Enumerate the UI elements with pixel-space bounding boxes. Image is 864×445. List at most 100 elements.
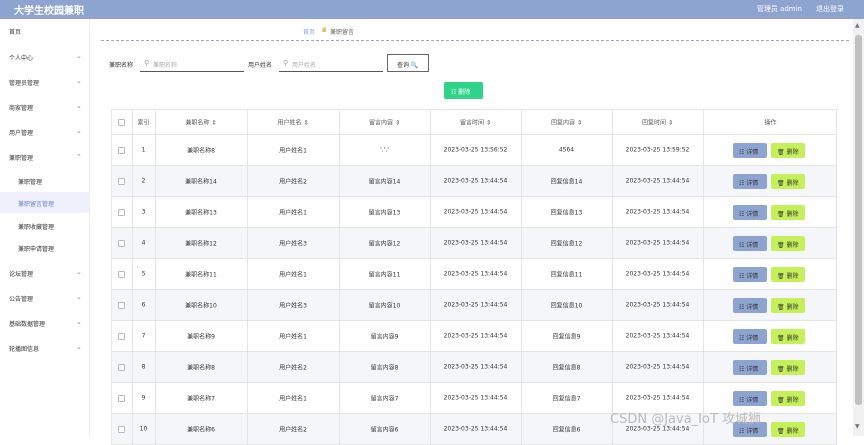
cell-reply: 回复信息11: [550, 271, 583, 279]
cell-reply: 回复信息13: [550, 209, 583, 217]
cell-reply: 回复信息10: [550, 302, 583, 310]
cell-user-name: 用户姓名1: [279, 147, 307, 155]
scroll-up-icon[interactable]: ▲: [855, 22, 860, 29]
scroll-down-icon[interactable]: ▼: [855, 423, 860, 430]
job-name-input[interactable]: ⚲ 兼职名称: [140, 54, 244, 72]
sidebar-subitem-job-messages[interactable]: 兼职留言管理: [0, 192, 90, 213]
row-checkbox[interactable]: [118, 426, 125, 433]
sidebar-item-basic-data[interactable]: 基础数据管理 ⌄: [0, 312, 90, 334]
header-actions: 操作: [764, 119, 777, 127]
row-delete-button[interactable]: 🗑 删除: [771, 205, 805, 220]
detail-button[interactable]: ☷ 详情: [733, 174, 767, 189]
detail-button[interactable]: ☷ 详情: [733, 360, 767, 375]
header-index: 索引: [137, 119, 150, 127]
chevron-down-icon: ⌄: [76, 77, 82, 85]
user-name-placeholder: 用户姓名: [292, 62, 317, 69]
header-reply[interactable]: 回复内容 ⇕: [521, 110, 612, 134]
sidebar-subitem-job-applications[interactable]: 兼职申请管理: [0, 237, 90, 258]
sidebar-item-merchants[interactable]: 商家管理 ⌄: [0, 96, 90, 118]
breadcrumb-home[interactable]: 首页: [303, 27, 315, 36]
cell-index: 2: [141, 177, 146, 185]
row-checkbox[interactable]: [118, 302, 125, 309]
table-row: 1 兼职名称8 用户姓名1 '.'.' 2023-03-25 13:56:52 4564 2…: [111, 135, 837, 166]
sidebar-subitem-job-manage[interactable]: 兼职管理: [0, 170, 90, 191]
scrollbar[interactable]: ▲ ▼: [853, 19, 864, 436]
detail-button[interactable]: ☷ 详情: [733, 267, 767, 282]
row-delete-button[interactable]: 🗑 删除: [771, 422, 805, 437]
app-title: 大学生校园兼职: [14, 6, 84, 17]
scroll-thumb[interactable]: [855, 35, 862, 405]
row-delete-button[interactable]: 🗑 删除: [771, 143, 805, 158]
cell-reply: 回复信息14: [550, 178, 583, 186]
cell-user-name: 用户姓名1: [279, 209, 307, 217]
cell-user-name: 用户姓名2: [279, 364, 307, 372]
sidebar-item-label: 论坛管理: [9, 271, 34, 278]
row-checkbox[interactable]: [118, 147, 125, 154]
cell-user-name: 用户姓名1: [279, 333, 307, 341]
row-checkbox[interactable]: [118, 209, 125, 216]
header-message-time[interactable]: 留言时间 ⇕: [430, 110, 521, 134]
header-reply-time[interactable]: 回复时间 ⇕: [612, 110, 703, 134]
sidebar-item-profile[interactable]: 个人中心 ⌄: [0, 46, 90, 68]
sidebar-item-carousel[interactable]: 轮播图信息 ⌄: [0, 337, 90, 359]
cell-message-time: 2023-03-25 13:44:54: [443, 394, 508, 402]
cell-reply: 回复信息12: [550, 240, 583, 248]
select-all-checkbox[interactable]: [118, 119, 125, 126]
sidebar-item-forum[interactable]: 论坛管理 ⌄: [0, 262, 90, 284]
table-row: 8 兼职名称8 用户姓名2 留言内容8 2023-03-25 13:44:54 回复信息8…: [111, 352, 837, 383]
sidebar-subitem-label: 兼职管理: [18, 179, 43, 186]
search-icon: ⚲: [283, 59, 289, 67]
user-name-input[interactable]: ⚲ 用户姓名: [279, 54, 383, 72]
row-checkbox[interactable]: [118, 333, 125, 340]
watermark: CSDN @Java_IoT 攻城狮: [610, 412, 762, 427]
sidebar-item-jobs[interactable]: 兼职管理 ⌄: [0, 146, 90, 168]
cell-reply-time: 2023-03-25 13:44:54: [625, 332, 690, 340]
header-message[interactable]: 留言内容 ⇕: [339, 110, 430, 134]
query-button[interactable]: 查询 🔍: [387, 54, 429, 72]
detail-button[interactable]: ☷ 详情: [733, 329, 767, 344]
row-delete-button[interactable]: 🗑 删除: [771, 236, 805, 251]
logout-link[interactable]: 退出登录: [816, 4, 844, 14]
row-delete-button[interactable]: 🗑 删除: [771, 329, 805, 344]
detail-button[interactable]: ☷ 详情: [733, 236, 767, 251]
cell-user-name: 用户姓名2: [279, 178, 307, 186]
cell-message: 留言内容13: [368, 209, 401, 217]
cell-job-name: 兼职名称12: [185, 240, 217, 248]
detail-button[interactable]: ☷ 详情: [733, 205, 767, 220]
cell-index: 5: [141, 270, 146, 278]
row-delete-button[interactable]: 🗑 删除: [771, 267, 805, 282]
sidebar-item-home[interactable]: 首页: [0, 20, 90, 42]
row-delete-button[interactable]: 🗑 删除: [771, 391, 805, 406]
sidebar-item-notices[interactable]: 公告管理 ⌄: [0, 287, 90, 309]
cell-message-time: 2023-03-25 13:44:54: [443, 270, 508, 278]
batch-delete-button[interactable]: ☷ 删除: [444, 82, 483, 99]
chevron-down-icon: ⌄: [76, 318, 82, 326]
cell-reply: 4564: [558, 146, 575, 154]
sidebar-item-users[interactable]: 用户管理 ⌄: [0, 121, 90, 143]
query-button-label: 查询 🔍: [397, 62, 419, 69]
detail-button[interactable]: ☷ 详情: [733, 298, 767, 313]
chevron-down-icon: ⌄: [76, 127, 82, 135]
row-checkbox[interactable]: [118, 395, 125, 402]
sidebar-item-admins[interactable]: 管理员管理 ⌄: [0, 71, 90, 93]
detail-button[interactable]: ☷ 详情: [733, 143, 767, 158]
cell-reply-time: 2023-03-25 13:44:54: [625, 208, 690, 216]
row-delete-button[interactable]: 🗑 删除: [771, 174, 805, 189]
cell-message: '.'.': [380, 146, 389, 154]
header-job-name[interactable]: 兼职名称 ⇕: [155, 110, 247, 134]
row-checkbox[interactable]: [118, 178, 125, 185]
row-checkbox[interactable]: [118, 240, 125, 247]
row-checkbox[interactable]: [118, 271, 125, 278]
detail-button[interactable]: ☷ 详情: [733, 391, 767, 406]
header-user-name[interactable]: 用户姓名 ⇕: [247, 110, 339, 134]
sidebar-subitem-job-favorites[interactable]: 兼职收藏管理: [0, 215, 90, 236]
cell-reply-time: 2023-03-25 13:44:54: [625, 239, 690, 247]
row-delete-button[interactable]: 🗑 删除: [771, 360, 805, 375]
row-delete-button[interactable]: 🗑 删除: [771, 298, 805, 313]
chevron-down-icon: ⌄: [76, 268, 82, 276]
row-checkbox[interactable]: [118, 364, 125, 371]
chevron-down-icon: ⌄: [76, 102, 82, 110]
sidebar-item-label: 个人中心: [9, 55, 34, 62]
sidebar-item-label: 首页: [9, 29, 22, 36]
cell-reply-time: 2023-03-25 13:59:52: [625, 146, 690, 154]
